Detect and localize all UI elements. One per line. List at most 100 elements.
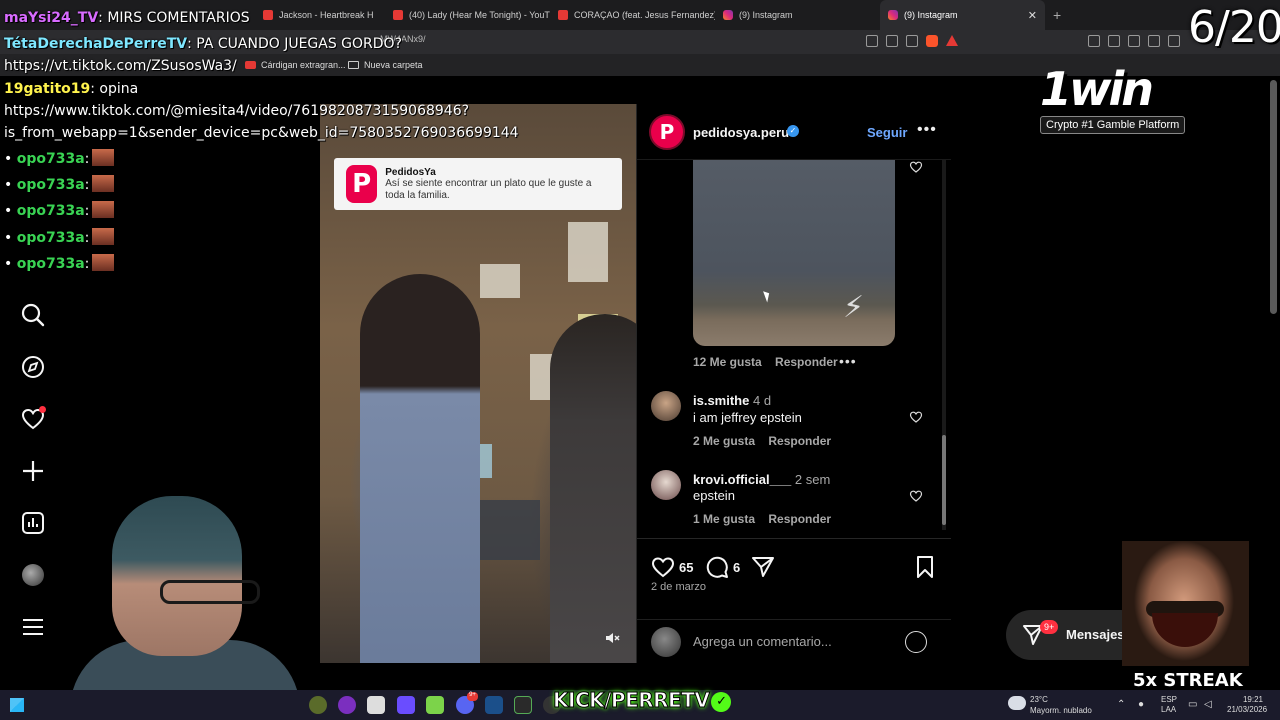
app-icon[interactable]	[397, 696, 415, 714]
app-icon[interactable]	[338, 696, 356, 714]
more-options-icon[interactable]: •••	[839, 353, 857, 369]
youtube-icon	[263, 10, 273, 20]
sponsor-overlay: 1win Crypto #1 Gamble Platform	[1040, 64, 1190, 134]
emote-icon	[92, 149, 115, 166]
emote-icon	[92, 254, 115, 271]
app-icon[interactable]	[309, 696, 327, 714]
reply-button[interactable]: Responder	[768, 434, 831, 448]
comment-count: 6	[733, 560, 741, 575]
tab-instagram[interactable]: (9) Instagram	[715, 0, 880, 30]
language-bottom[interactable]: LAA	[1161, 705, 1176, 714]
clock-time[interactable]: 19:21	[1227, 695, 1263, 704]
brave-rewards-icon[interactable]	[946, 35, 958, 46]
network-icon[interactable]: ▭	[1188, 699, 1197, 710]
comment-username[interactable]: krovi.official___	[693, 472, 791, 487]
comment-user[interactable]: is.smithe 4 d	[693, 393, 771, 408]
bookmark-cardigan[interactable]: Cárdigan extragran...	[245, 60, 346, 70]
share-icon[interactable]	[751, 555, 775, 579]
chat-user: maYsi24_TV	[4, 10, 99, 26]
commenter-avatar[interactable]	[651, 391, 681, 421]
share-icon[interactable]	[906, 35, 918, 47]
ad-banner[interactable]: P PedidosYa Así se siente encontrar un p…	[334, 158, 622, 210]
chat-user: opo733a	[16, 256, 85, 272]
brave-shield-icon[interactable]	[926, 35, 938, 47]
likes-count[interactable]: 1 Me gusta	[693, 512, 755, 526]
comment-meta: 2 Me gusta Responder	[693, 434, 831, 448]
chat-user: opo733a	[16, 151, 85, 167]
chat-message: : MIRS COMENTARIOS	[98, 10, 250, 26]
comment-time: 4 d	[752, 393, 772, 408]
music-icon[interactable]	[1148, 35, 1160, 47]
streak-label: 5x STREAK	[1133, 670, 1243, 691]
like-comment-icon[interactable]	[909, 410, 923, 424]
steam-icon[interactable]	[485, 696, 503, 714]
reply-button[interactable]: Responder	[768, 512, 831, 526]
actress-figure	[360, 274, 480, 663]
tab-lady[interactable]: (40) Lady (Hear Me Tonight) - YouTube	[385, 0, 550, 30]
language-top[interactable]: ESP	[1161, 695, 1177, 704]
tab-instagram-active[interactable]: (9) Instagram ✕	[880, 0, 1045, 30]
chat-line: • opo733a:	[4, 175, 115, 193]
account-avatar[interactable]: P	[649, 114, 685, 150]
scroll-thumb[interactable]	[942, 435, 946, 525]
reply-button[interactable]: Responder	[775, 355, 838, 369]
bookmark-icon[interactable]	[913, 555, 937, 579]
page-scrollbar[interactable]	[1270, 80, 1277, 314]
weather-desc: Mayorm. nublado	[1030, 706, 1092, 715]
comment-icon[interactable]	[705, 555, 729, 579]
reply-meta: 12 Me gusta Responder	[693, 355, 838, 369]
comments-scrollbar[interactable]	[942, 160, 946, 530]
like-comment-icon[interactable]	[909, 160, 923, 174]
new-tab-button[interactable]: +	[1045, 7, 1069, 23]
profile-nav[interactable]	[20, 562, 46, 588]
volume-icon[interactable]: ◁	[1204, 699, 1212, 710]
extension-icon[interactable]	[1088, 35, 1100, 47]
comment-input[interactable]: Agrega un comentario...	[693, 634, 832, 649]
more-options-icon[interactable]: •••	[917, 121, 937, 139]
clock-date[interactable]: 21/03/2026	[1227, 705, 1267, 714]
puzzle-icon[interactable]	[1108, 35, 1120, 47]
tab-coracao[interactable]: CORAÇAO (feat. Jesus Fernandez) (2(	[550, 0, 715, 30]
more-nav[interactable]	[20, 614, 46, 640]
ad-text: Así se siente encontrar un plato que le …	[385, 178, 592, 201]
like-comment-icon[interactable]	[909, 489, 923, 503]
close-icon[interactable]: ✕	[1028, 9, 1037, 22]
instagram-icon	[888, 10, 898, 20]
app-icon[interactable]	[426, 696, 444, 714]
wallet-icon[interactable]	[1128, 35, 1140, 47]
chevron-up-icon[interactable]: ⌃	[1117, 699, 1125, 710]
likes-count[interactable]: 2 Me gusta	[693, 434, 755, 448]
follow-button[interactable]: Seguir	[867, 125, 907, 140]
emoji-icon[interactable]	[905, 631, 927, 653]
post-video[interactable]: P PedidosYa Así se siente encontrar un p…	[320, 104, 636, 663]
board-note	[568, 222, 608, 282]
zoom-icon[interactable]	[886, 35, 898, 47]
app-icon[interactable]	[367, 696, 385, 714]
dashboard-nav[interactable]	[20, 510, 46, 536]
explore-nav[interactable]	[20, 354, 46, 380]
sidebar-icon[interactable]	[1168, 35, 1180, 47]
chat-line: • opo733a:	[4, 201, 115, 219]
chat-message: : PA CUANDO JUEGAS GORDO?	[187, 36, 402, 52]
tab-heartbreak[interactable]: Jackson - Heartbreak H	[255, 0, 385, 30]
bookmark-folder[interactable]: Nueva carpeta	[348, 60, 423, 70]
cloud-icon[interactable]	[1008, 696, 1026, 710]
notifications-nav[interactable]	[20, 406, 46, 432]
account-name[interactable]: pedidosya.peru	[693, 125, 789, 140]
app-icon[interactable]	[514, 696, 532, 714]
search-nav[interactable]	[20, 302, 46, 328]
microphone-icon[interactable]: ●	[1138, 699, 1144, 710]
speaker-mute-icon[interactable]	[604, 630, 620, 646]
like-count[interactable]: 65	[679, 560, 693, 575]
likes-count[interactable]: 12 Me gusta	[693, 355, 762, 369]
folder-icon	[348, 61, 359, 69]
extension-icons	[1088, 35, 1180, 47]
create-nav[interactable]	[20, 458, 46, 484]
comment-photo[interactable]: ⚡	[693, 160, 895, 346]
windows-start-icon[interactable]	[10, 698, 24, 712]
commenter-avatar[interactable]	[651, 470, 681, 500]
reader-icon[interactable]	[866, 35, 878, 47]
comment-user[interactable]: krovi.official___ 2 sem	[693, 472, 830, 487]
comment-username[interactable]: is.smithe	[693, 393, 749, 408]
like-icon[interactable]	[651, 555, 675, 579]
